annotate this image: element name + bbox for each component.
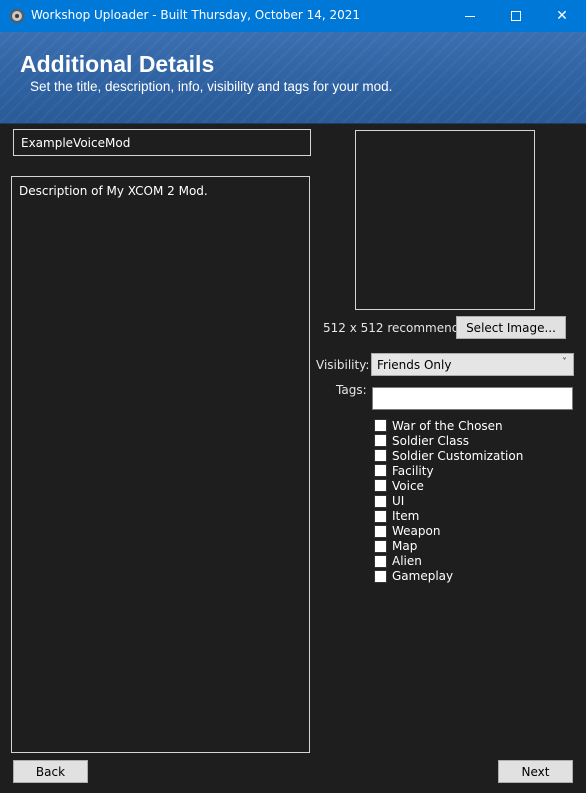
tag-item-alien[interactable]: Alien — [374, 554, 523, 569]
tag-item-weapon[interactable]: Weapon — [374, 524, 523, 539]
checkbox[interactable] — [374, 419, 387, 433]
mod-title-field[interactable]: ExampleVoiceMod — [13, 129, 311, 156]
checkbox[interactable] — [374, 509, 387, 523]
gear-icon — [10, 9, 24, 23]
tags-label: Tags: — [336, 383, 367, 397]
visibility-label: Visibility: — [316, 358, 370, 372]
close-icon: ✕ — [556, 8, 568, 24]
tag-item-ui[interactable]: UI — [374, 493, 523, 508]
minimize-button[interactable] — [447, 0, 493, 32]
tag-checkbox-list: War of the Chosen Soldier Class Soldier … — [374, 418, 523, 584]
visibility-selected-value: Friends Only — [377, 358, 452, 372]
title-bar: Workshop Uploader - Built Thursday, Octo… — [0, 0, 586, 32]
tag-label: War of the Chosen — [392, 418, 503, 433]
checkbox[interactable] — [374, 464, 387, 478]
maximize-icon — [511, 11, 521, 21]
checkbox[interactable] — [374, 494, 387, 508]
header-banner: Additional Details Set the title, descri… — [0, 32, 586, 124]
tag-item-soldier-customization[interactable]: Soldier Customization — [374, 448, 523, 463]
close-button[interactable]: ✕ — [539, 0, 585, 32]
mod-description-field[interactable]: Description of My XCOM 2 Mod. — [11, 176, 310, 753]
tag-label: UI — [392, 494, 405, 509]
preview-image-box — [355, 130, 535, 310]
chevron-down-icon: ˅ — [562, 357, 567, 368]
tag-label: Item — [392, 509, 420, 524]
tag-item-war-of-the-chosen[interactable]: War of the Chosen — [374, 418, 523, 433]
next-button[interactable]: Next — [498, 760, 573, 783]
back-button[interactable]: Back — [13, 760, 88, 783]
checkbox[interactable] — [374, 539, 387, 553]
tags-input[interactable] — [372, 387, 573, 410]
tag-item-facility[interactable]: Facility — [374, 463, 523, 478]
checkbox[interactable] — [374, 524, 387, 538]
tag-label: Facility — [392, 463, 434, 478]
tag-label: Map — [392, 539, 418, 554]
checkbox[interactable] — [374, 554, 387, 568]
tag-label: Soldier Customization — [392, 448, 524, 463]
checkbox[interactable] — [374, 449, 387, 463]
tag-item-voice[interactable]: Voice — [374, 478, 523, 493]
tag-item-item[interactable]: Item — [374, 509, 523, 524]
window-title: Workshop Uploader - Built Thursday, Octo… — [31, 8, 361, 22]
page-subtitle: Set the title, description, info, visibi… — [30, 79, 393, 94]
checkbox[interactable] — [374, 434, 387, 448]
select-image-button[interactable]: Select Image... — [456, 316, 566, 339]
tag-label: Soldier Class — [392, 433, 469, 448]
tag-item-soldier-class[interactable]: Soldier Class — [374, 433, 523, 448]
page-title: Additional Details — [20, 51, 215, 77]
tag-label: Voice — [392, 478, 424, 493]
visibility-dropdown[interactable]: Friends Only ˅ — [371, 353, 574, 376]
tag-item-gameplay[interactable]: Gameplay — [374, 569, 523, 584]
minimize-icon — [465, 15, 475, 17]
maximize-button[interactable] — [493, 0, 539, 32]
tag-label: Gameplay — [392, 569, 454, 584]
checkbox[interactable] — [374, 479, 387, 493]
tag-label: Weapon — [392, 524, 441, 539]
tag-label: Alien — [392, 554, 422, 569]
tag-item-map[interactable]: Map — [374, 539, 523, 554]
checkbox[interactable] — [374, 569, 387, 583]
image-size-hint: 512 x 512 recommended — [323, 321, 475, 335]
